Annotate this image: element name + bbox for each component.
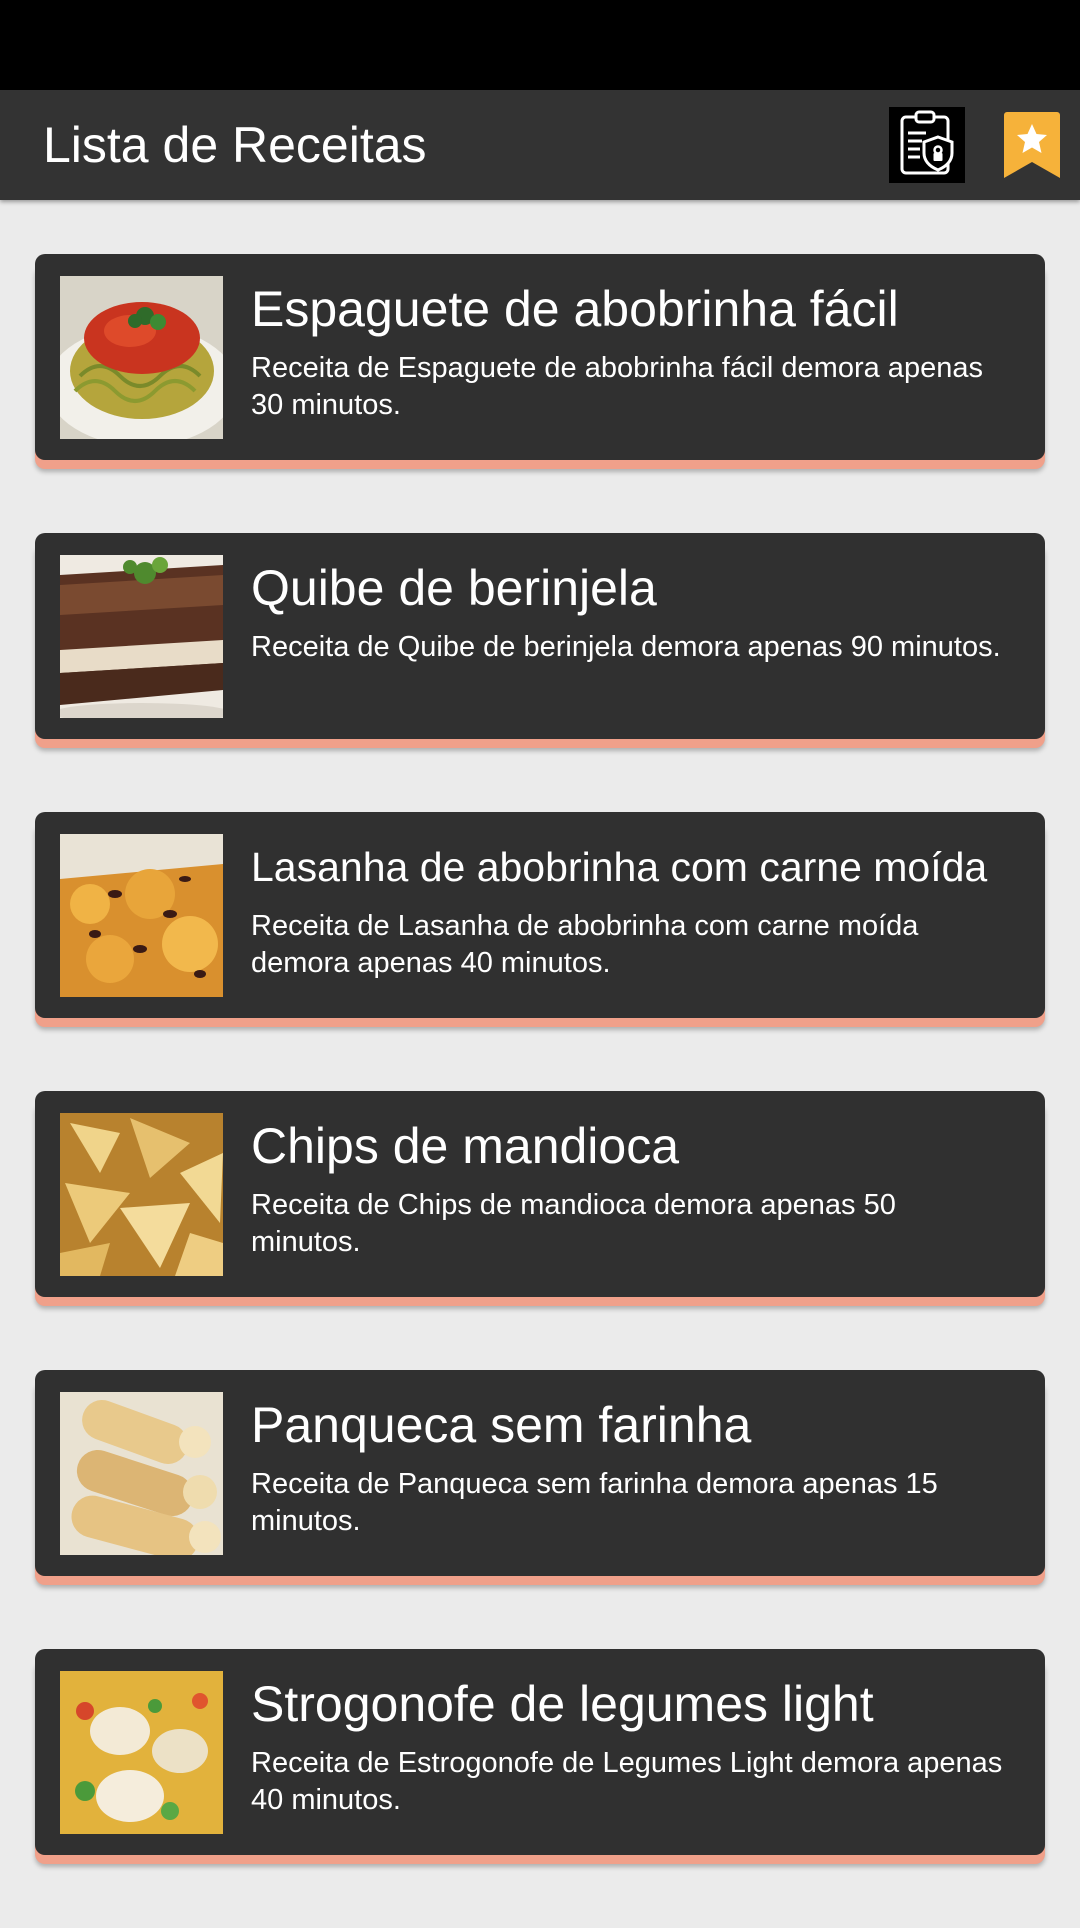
recipe-thumbnail xyxy=(60,1392,223,1555)
card-body: Quibe de berinjela Receita de Quibe de b… xyxy=(35,533,1045,739)
recipe-list: Espaguete de abobrinha fácil Receita de … xyxy=(35,254,1045,1928)
recipe-description: Receita de Lasanha de abobrinha com carn… xyxy=(251,910,919,979)
card-body: Chips de mandioca Receita de Chips de ma… xyxy=(35,1091,1045,1297)
recipe-description: Receita de Quibe de berinjela demora ape… xyxy=(251,631,1001,663)
recipe-thumbnail xyxy=(60,276,223,439)
recipe-thumbnail xyxy=(60,1671,223,1834)
card-body: Lasanha de abobrinha com carne moída Rec… xyxy=(35,812,1045,1018)
recipe-title: Lasanha de abobrinha com carne moída xyxy=(251,844,988,890)
recipe-description: Receita de Panqueca sem farinha demora a… xyxy=(251,1468,938,1537)
recipe-thumbnail xyxy=(60,1113,223,1276)
recipe-card[interactable]: Chips de mandioca Receita de Chips de ma… xyxy=(35,1091,1045,1306)
recipe-description: Receita de Estrogonofe de Legumes Light … xyxy=(251,1747,1003,1816)
card-body: Strogonofe de legumes light Receita de E… xyxy=(35,1649,1045,1855)
recipe-title: Espaguete de abobrinha fácil xyxy=(251,281,899,337)
recipe-title: Strogonofe de legumes light xyxy=(251,1676,874,1732)
recipe-card[interactable]: Espaguete de abobrinha fácil Receita de … xyxy=(35,254,1045,469)
recipe-thumbnail xyxy=(60,555,223,718)
recipe-card[interactable]: Quibe de berinjela Receita de Quibe de b… xyxy=(35,533,1045,748)
recipe-description: Receita de Chips de mandioca demora apen… xyxy=(251,1189,896,1258)
page-title: Lista de Receitas xyxy=(43,117,427,173)
recipe-card[interactable]: Lasanha de abobrinha com carne moída Rec… xyxy=(35,812,1045,1027)
recipe-title: Quibe de berinjela xyxy=(251,560,657,616)
status-bar xyxy=(0,0,1080,90)
recipe-card[interactable]: Strogonofe de legumes light Receita de E… xyxy=(35,1649,1045,1864)
recipe-card[interactable]: Panqueca sem farinha Receita de Panqueca… xyxy=(35,1370,1045,1585)
privacy-policy-button[interactable] xyxy=(889,107,965,183)
privacy-policy-shield-icon xyxy=(896,109,958,182)
card-body: Espaguete de abobrinha fácil Receita de … xyxy=(35,254,1045,460)
bookmark-star-icon xyxy=(1003,112,1061,184)
card-body: Panqueca sem farinha Receita de Panqueca… xyxy=(35,1370,1045,1576)
recipe-description: Receita de Espaguete de abobrinha fácil … xyxy=(251,352,983,421)
favorites-button[interactable] xyxy=(1003,110,1061,180)
recipe-title: Panqueca sem farinha xyxy=(251,1397,752,1453)
recipe-title: Chips de mandioca xyxy=(251,1118,680,1174)
recipe-thumbnail xyxy=(60,834,223,997)
